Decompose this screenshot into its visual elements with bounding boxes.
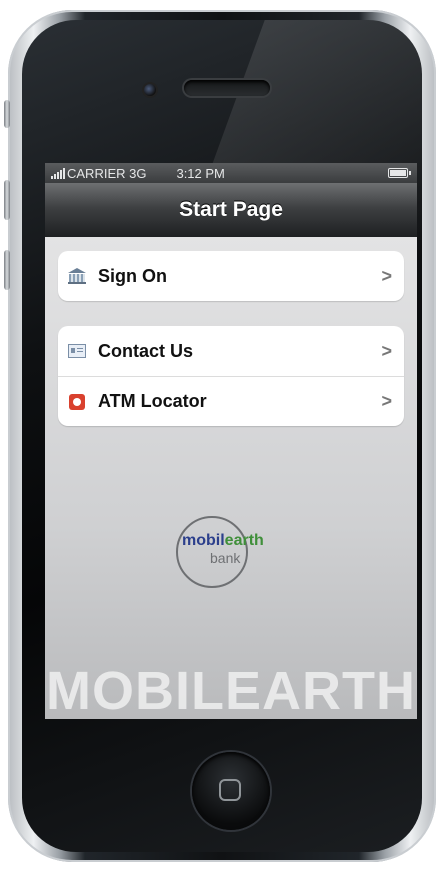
logo-part-mobil: mobil xyxy=(182,532,225,549)
carrier-label: CARRIER 3G xyxy=(67,165,147,181)
contact-us-row[interactable]: Contact Us > xyxy=(58,326,404,376)
bank-icon xyxy=(68,267,86,285)
menu-group-sign-on: Sign On > xyxy=(58,251,404,301)
watermark-text: MOBILEARTH xyxy=(46,661,416,721)
content-area: Sign On > Contact Us > ATM Locator > mob… xyxy=(45,237,417,719)
chevron-right-icon: > xyxy=(381,391,392,411)
status-bar: CARRIER 3G 3:12 PM xyxy=(45,163,417,183)
page-title: Start Page xyxy=(179,198,283,221)
volume-up-button xyxy=(4,180,10,220)
atm-locator-label: ATM Locator xyxy=(98,391,207,411)
home-square-icon xyxy=(219,779,241,801)
sign-on-row[interactable]: Sign On > xyxy=(58,251,404,301)
chevron-right-icon: > xyxy=(381,265,392,286)
mute-switch xyxy=(4,100,10,128)
screen: CARRIER 3G 3:12 PM Start Page Sign On > … xyxy=(45,163,417,719)
atm-locator-row[interactable]: ATM Locator > xyxy=(58,376,404,426)
navigation-bar: Start Page xyxy=(45,183,417,237)
mobilearth-bank-logo: mobilearth bank xyxy=(176,516,286,590)
atm-locator-icon xyxy=(68,393,86,411)
sign-on-label: Sign On xyxy=(98,265,167,286)
earpiece-speaker xyxy=(184,80,270,96)
logo-wordmark: mobilearth xyxy=(182,532,264,550)
front-camera xyxy=(144,84,156,96)
signal-strength-icon xyxy=(51,167,65,179)
chevron-right-icon: > xyxy=(381,340,392,361)
contact-card-icon xyxy=(68,342,86,360)
logo-subtitle: bank xyxy=(210,550,241,566)
battery-tip xyxy=(409,171,411,175)
contact-us-label: Contact Us xyxy=(98,340,194,361)
home-button[interactable] xyxy=(192,752,270,830)
status-time: 3:12 PM xyxy=(176,165,225,181)
logo-part-earth: earth xyxy=(224,532,264,549)
volume-down-button xyxy=(4,250,10,290)
battery-icon xyxy=(388,168,408,178)
menu-group-info: Contact Us > ATM Locator > xyxy=(58,326,404,426)
